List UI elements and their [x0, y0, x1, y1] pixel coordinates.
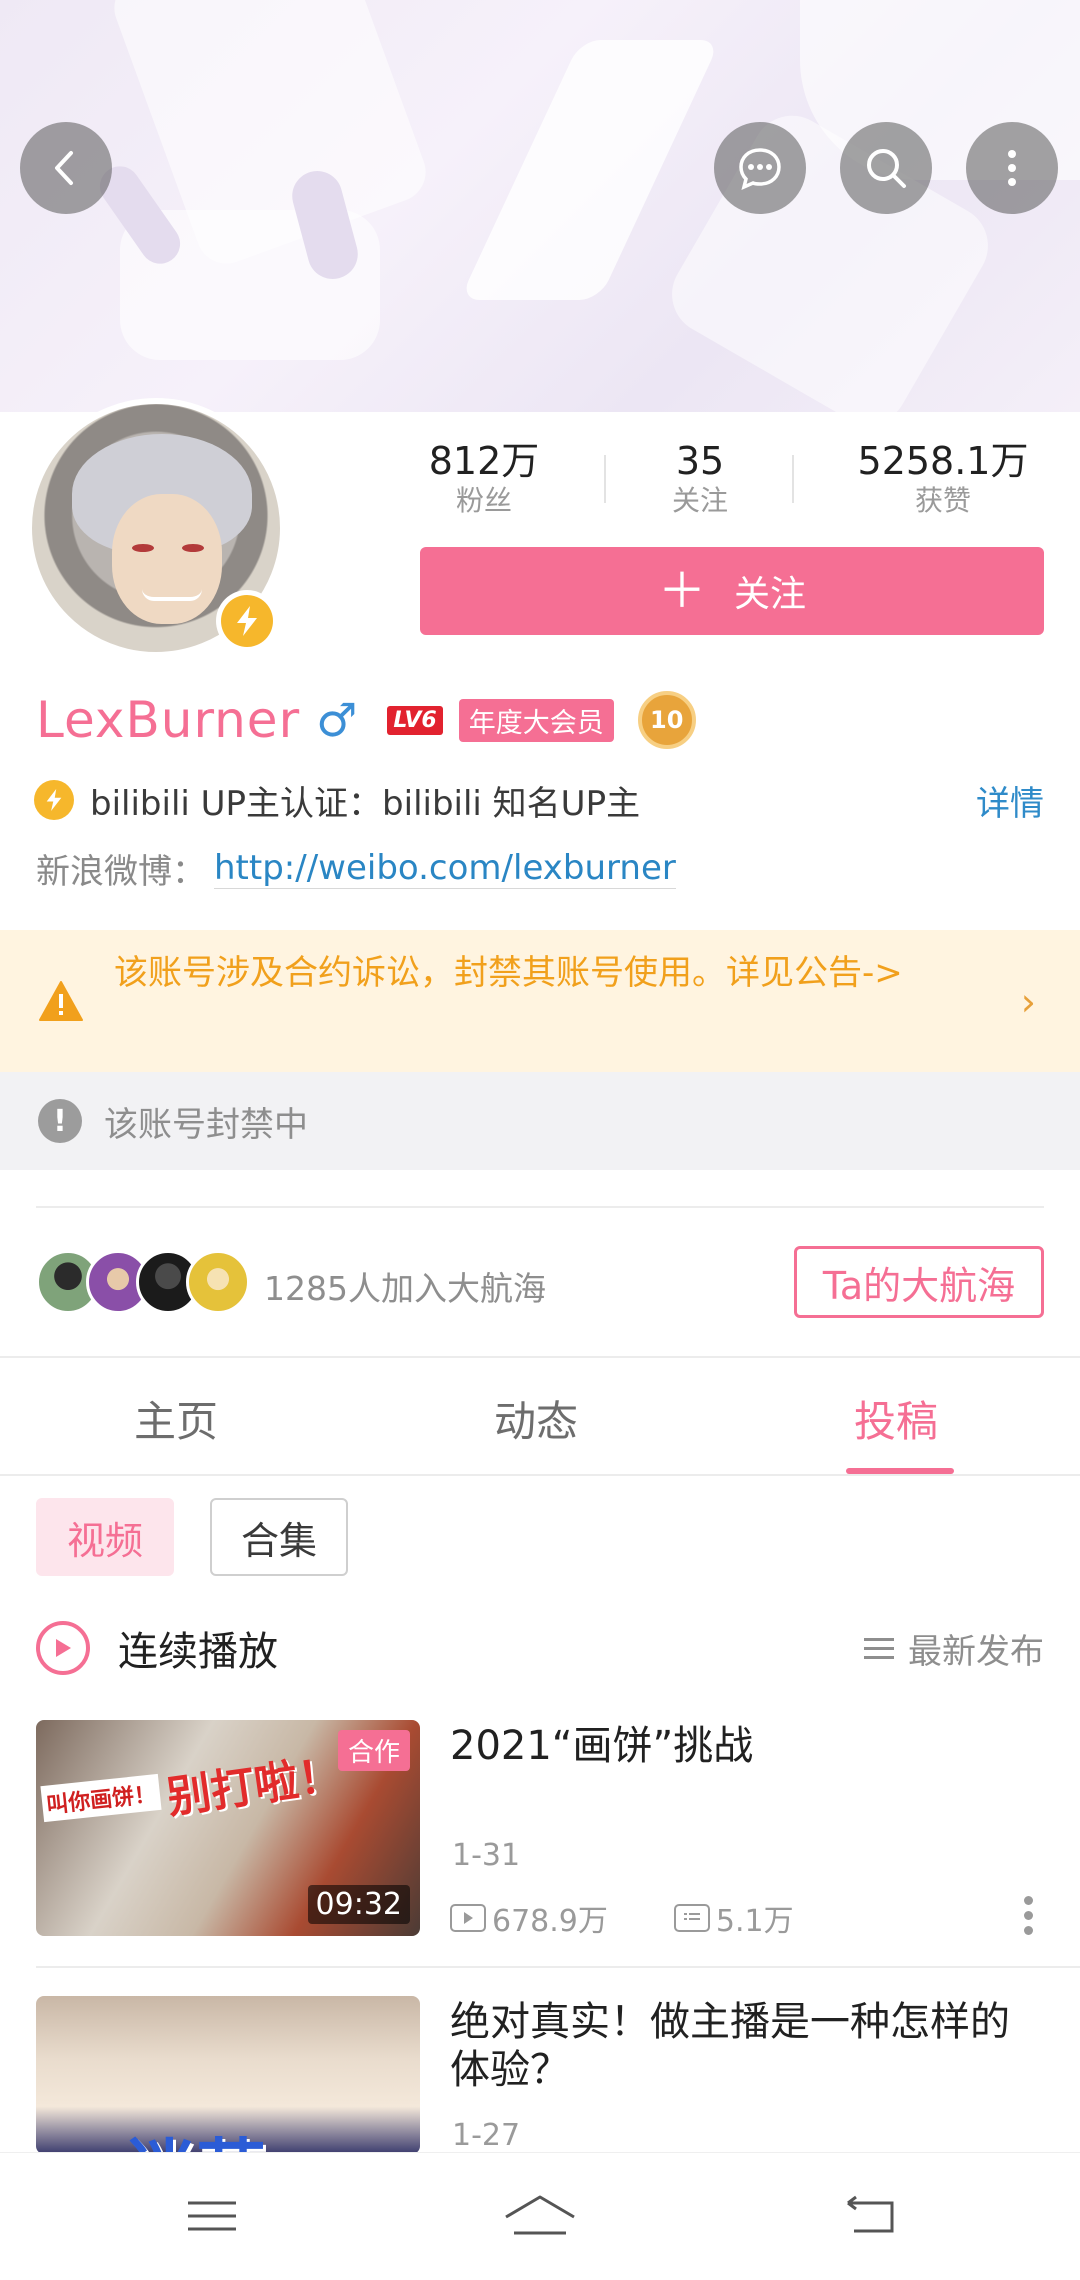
more-button[interactable] [966, 122, 1058, 214]
message-icon [739, 148, 781, 191]
collab-badge: 合作 [337, 1730, 410, 1771]
warning-icon [39, 981, 83, 1021]
continuous-play-label[interactable]: 连续播放 [118, 1619, 278, 1677]
more-vertical-icon[interactable] [1024, 1890, 1034, 1941]
legal-notice-banner[interactable]: 该账号涉及合约诉讼，封禁其账号使用。详见公告-> › [0, 930, 1080, 1072]
follow-button[interactable]: ＋ 关注 [420, 547, 1044, 635]
stat-fans-value: 812万 [428, 439, 540, 483]
message-button[interactable] [714, 122, 806, 214]
guard-avatar [186, 1250, 250, 1314]
stat-likes-value: 5258.1万 [857, 439, 1029, 483]
username: LexBurner [36, 691, 301, 749]
lightning-icon [34, 780, 74, 820]
home-icon[interactable] [500, 2191, 580, 2241]
sort-button[interactable]: 最新发布 [864, 1624, 1044, 1673]
view-count: 678.9万 [492, 1904, 608, 1939]
video-duration: 09:32 [307, 1885, 410, 1924]
guard-count-text: 1285人加入大航海 [264, 1269, 546, 1308]
anniversary-medal-icon[interactable]: 10 [637, 691, 696, 749]
tab-uploads[interactable]: 投稿 [854, 1388, 938, 1449]
thumbnail-caption: 迷茫 [126, 2116, 266, 2154]
profile-tabs: 主页 动态 投稿 [0, 1356, 1080, 1476]
exclamation-icon: ! [38, 1099, 82, 1143]
stat-divider [604, 455, 606, 503]
list-icon [864, 1632, 894, 1665]
video-stats: 678.9万 5.1万 [450, 1896, 794, 1940]
follow-label: 关注 [734, 574, 807, 615]
video-date: 1-31 [452, 1838, 521, 1873]
system-navigation-bar [0, 2152, 1080, 2280]
filter-collection-chip[interactable]: 合集 [210, 1498, 348, 1576]
certification-text: bilibili UP主认证：bilibili 知名UP主 [90, 783, 641, 824]
certification-row: bilibili UP主认证：bilibili 知名UP主 详情 [34, 774, 1044, 826]
stat-following-label: 关注 [671, 484, 728, 517]
comment-icon [673, 1904, 710, 1932]
thumbnail-caption: 别打啦！ [163, 1748, 346, 1824]
stat-following-value: 35 [675, 439, 725, 483]
back-nav-icon[interactable] [840, 2191, 900, 2241]
stat-likes-label: 获赞 [914, 484, 971, 517]
lightning-icon [237, 606, 257, 636]
back-icon [55, 151, 73, 185]
more-icon [1008, 150, 1016, 186]
play-count-icon [450, 1904, 486, 1932]
menu-icon[interactable] [182, 2191, 242, 2241]
tab-home[interactable]: 主页 [134, 1388, 218, 1449]
vip-badge[interactable]: 年度大会员 [458, 698, 614, 742]
search-icon [867, 149, 906, 188]
filter-video-chip[interactable]: 视频 [36, 1498, 174, 1576]
chevron-right-icon: › [1020, 980, 1036, 1024]
weibo-link[interactable]: http://weibo.com/lexburner [214, 848, 676, 889]
stat-fans-label: 粉丝 [455, 484, 512, 517]
level-badge: LV6 [387, 705, 443, 735]
video-title[interactable]: 2021“画饼”挑战 [450, 1722, 1044, 1770]
tab-dynamics[interactable]: 动态 [494, 1388, 578, 1449]
weibo-label: 新浪微博： [36, 851, 206, 892]
thumbnail-caption: 叫你画饼！ [40, 1773, 162, 1823]
guard-button[interactable]: Ta的大航海 [794, 1246, 1044, 1318]
video-date: 1-27 [452, 2118, 521, 2153]
sort-label: 最新发布 [908, 1631, 1044, 1672]
video-thumbnail[interactable]: 迷茫 [36, 1996, 420, 2154]
plus-icon: ＋ [657, 563, 706, 619]
stat-divider [792, 455, 794, 503]
stat-fans[interactable]: 812万 粉丝 [424, 438, 544, 518]
stat-following[interactable]: 35 关注 [640, 438, 760, 518]
guard-row[interactable]: 1285人加入大航海 Ta的大航海 [36, 1246, 1044, 1318]
divider [36, 1206, 1044, 1208]
continuous-play-row: 连续播放 最新发布 [36, 1618, 1044, 1678]
male-icon: ♂ [316, 693, 358, 747]
divider [36, 1966, 1080, 1968]
name-row: LexBurner ♂ LV6 年度大会员 10 [36, 690, 696, 750]
up-verified-badge [216, 590, 278, 652]
search-button[interactable] [840, 122, 932, 214]
video-thumbnail[interactable]: 别打啦！ 叫你画饼！ 合作 09:32 [36, 1720, 420, 1936]
weibo-row: 新浪微博： http://weibo.com/lexburner [36, 842, 676, 894]
tab-active-indicator [846, 1468, 954, 1474]
back-button[interactable] [20, 122, 112, 214]
play-circle-icon[interactable] [36, 1621, 90, 1675]
stat-likes: 5258.1万 获赞 [850, 438, 1036, 518]
legal-notice-text: 该账号涉及合约诉讼，封禁其账号使用。详见公告-> [114, 953, 903, 993]
detail-link[interactable]: 详情 [976, 776, 1044, 825]
comment-count: 5.1万 [715, 1904, 794, 1939]
video-title[interactable]: 绝对真实！做主播是一种怎样的体验？ [450, 1998, 1044, 2094]
banned-status-text: 该账号封禁中 [104, 1104, 308, 1145]
banned-status-bar: ! 该账号封禁中 [0, 1072, 1080, 1170]
profile-banner [0, 0, 1080, 412]
